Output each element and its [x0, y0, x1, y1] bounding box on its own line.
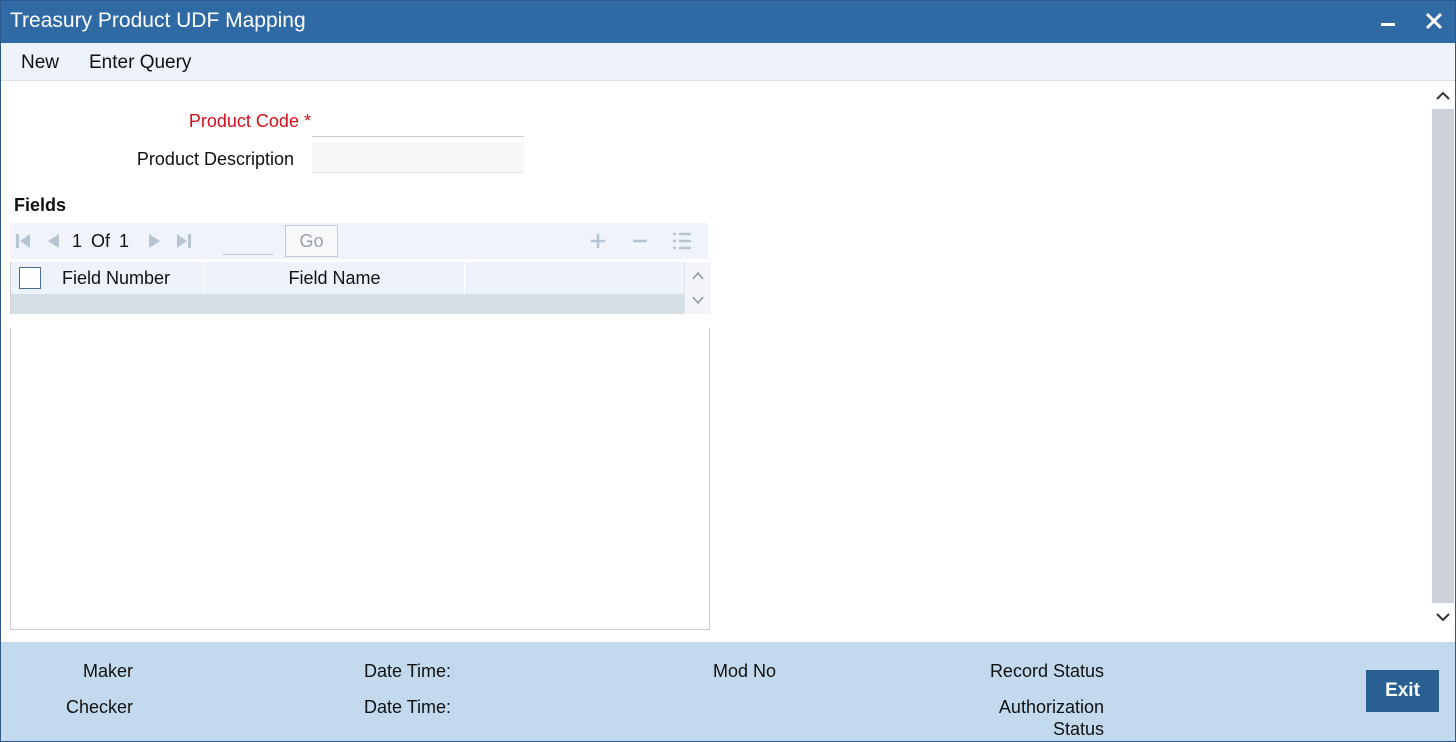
- record-status-label: Record Status: [989, 661, 1104, 681]
- first-page-icon[interactable]: [14, 233, 32, 249]
- audit-footer: Maker Checker Date Time: Date Time: Mod …: [1, 642, 1455, 741]
- add-row-icon[interactable]: [589, 232, 607, 248]
- product-code-label: Product Code *: [188, 111, 311, 131]
- window-title: Treasury Product UDF Mapping: [10, 9, 306, 32]
- delete-row-icon[interactable]: [631, 232, 649, 248]
- single-view-icon[interactable]: [672, 231, 691, 250]
- column-header-field-number[interactable]: Field Number: [55, 262, 205, 294]
- grid-vertical-scrollbar[interactable]: [684, 262, 711, 314]
- enter-query-menu-item[interactable]: Enter Query: [89, 52, 191, 74]
- maker-label: Maker: [82, 661, 133, 681]
- grid-separator: [10, 314, 712, 328]
- last-page-icon[interactable]: [175, 233, 193, 249]
- fields-grid: Field Number Field Name: [10, 262, 712, 630]
- mod-no-label: Mod No: [713, 661, 777, 681]
- table-row[interactable]: [11, 294, 684, 314]
- checker-label: Checker: [65, 697, 133, 717]
- column-header-field-name[interactable]: Field Name: [205, 262, 465, 294]
- grid-header: Field Number Field Name: [11, 262, 684, 294]
- close-icon[interactable]: [1420, 7, 1450, 37]
- authorization-status-label-line2: Status: [1052, 719, 1104, 739]
- fields-section-title: Fields: [14, 195, 67, 215]
- product-description-label: Product Description: [136, 149, 294, 169]
- scrollbar-thumb[interactable]: [1432, 109, 1454, 603]
- product-code-input[interactable]: [312, 110, 524, 137]
- title-bar: Treasury Product UDF Mapping: [1, 1, 1455, 43]
- fields-pager: 1 Of 1 Go: [10, 223, 708, 259]
- go-button[interactable]: Go: [285, 225, 338, 257]
- main-vertical-scrollbar[interactable]: [1431, 81, 1455, 631]
- udf-mapping-window: Treasury Product UDF Mapping New Enter Q…: [0, 0, 1456, 742]
- next-page-icon[interactable]: [146, 233, 164, 249]
- maker-date-time-label: Date Time:: [364, 661, 452, 681]
- total-pages: 1: [119, 231, 130, 251]
- required-marker: *: [303, 111, 311, 131]
- previous-page-icon[interactable]: [44, 233, 62, 249]
- authorization-status-label-line1: Authorization: [998, 697, 1104, 717]
- select-all-checkbox[interactable]: [19, 267, 41, 289]
- menu-bar: New Enter Query: [1, 43, 1455, 81]
- exit-button[interactable]: Exit: [1366, 670, 1439, 712]
- page-number-input[interactable]: [223, 227, 273, 255]
- grid-scroll-up-icon[interactable]: [691, 269, 705, 283]
- product-description-input[interactable]: [312, 142, 524, 173]
- page-of-label: Of: [91, 231, 111, 251]
- grid-scroll-down-icon[interactable]: [691, 293, 705, 307]
- current-page: 1: [72, 231, 83, 251]
- scroll-down-icon[interactable]: [1434, 608, 1452, 626]
- minimize-icon[interactable]: [1374, 7, 1404, 37]
- new-menu-item[interactable]: New: [21, 52, 59, 74]
- scroll-up-icon[interactable]: [1434, 87, 1452, 105]
- checker-date-time-label: Date Time:: [364, 697, 452, 717]
